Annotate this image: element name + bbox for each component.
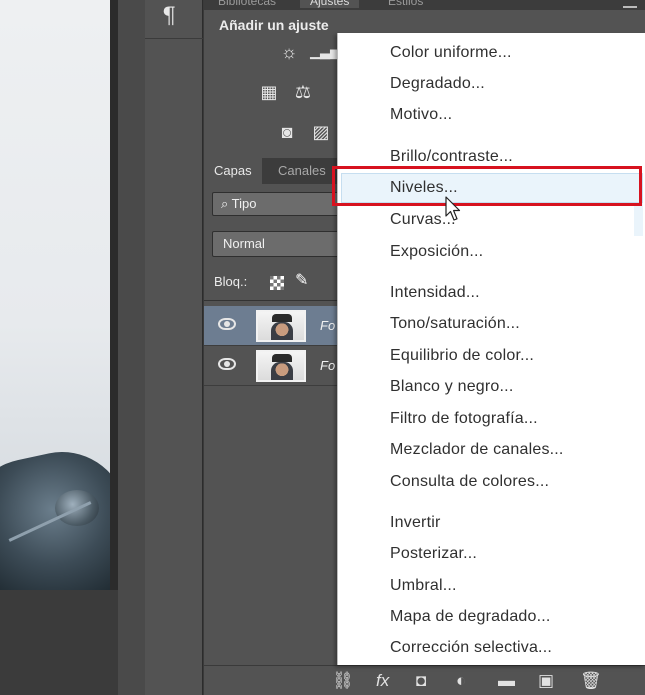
trash-icon[interactable]: 🗑 xyxy=(580,671,602,691)
color-balance-icon[interactable]: ⚖ xyxy=(292,82,314,102)
menu-item-motivo[interactable]: Motivo... xyxy=(390,106,452,124)
top-tab-strip: Bibliotecas Ajustes Estilos xyxy=(204,0,645,10)
menu-item-consulta-colores[interactable]: Consulta de colores... xyxy=(390,473,549,491)
fx-icon[interactable]: fx xyxy=(376,671,389,691)
eye-icon[interactable] xyxy=(218,318,236,330)
tab-capas[interactable]: Capas xyxy=(204,158,262,184)
menu-item-mapa-degradado[interactable]: Mapa de degradado... xyxy=(390,608,551,626)
tab-bibliotecas[interactable]: Bibliotecas xyxy=(208,0,286,8)
new-layer-icon[interactable]: ▣ xyxy=(538,671,554,691)
hue-saturation-icon[interactable]: ▦ xyxy=(258,82,280,102)
layer-name: Fo xyxy=(320,318,336,333)
menu-item-blanco-negro[interactable]: Blanco y negro... xyxy=(390,378,513,396)
tab-ajustes[interactable]: Ajustes xyxy=(300,0,360,8)
dock-divider xyxy=(145,38,203,39)
eye-icon[interactable] xyxy=(218,358,236,370)
menu-item-posterizar[interactable]: Posterizar... xyxy=(390,545,477,563)
link-icon[interactable]: ⛓ xyxy=(332,671,354,691)
search-icon: ⌕ xyxy=(221,196,232,211)
menu-item-brillo-contraste[interactable]: Brillo/contraste... xyxy=(390,148,513,166)
menu-item-color-uniforme[interactable]: Color uniforme... xyxy=(390,44,512,62)
paragraph-icon[interactable]: ¶ xyxy=(162,4,176,29)
menu-item-tono-saturacion[interactable]: Tono/saturación... xyxy=(390,315,520,333)
adjustment-layer-icon[interactable]: ◐ xyxy=(456,671,466,691)
menu-item-intensidad[interactable]: Intensidad... xyxy=(390,284,480,302)
adjustments-title: Añadir un ajuste xyxy=(219,17,329,33)
layer-thumbnail xyxy=(256,350,306,382)
canvas-area[interactable] xyxy=(0,0,145,695)
menu-item-invertir[interactable]: Invertir xyxy=(390,514,441,532)
adjustment-layer-menu: Color uniforme... Degradado... Motivo...… xyxy=(337,33,645,665)
panel-menu-icon[interactable] xyxy=(623,0,637,8)
canvas-pasteboard xyxy=(0,590,118,695)
menu-item-degradado[interactable]: Degradado... xyxy=(390,75,485,93)
brightness-icon[interactable]: ☼ xyxy=(278,42,300,62)
folder-icon[interactable]: ▬ xyxy=(498,671,515,691)
mask-icon[interactable]: ◘ xyxy=(416,671,426,691)
layers-bottom-bar: ⛓ fx ◘ ◐ ▬ ▣ 🗑 xyxy=(204,665,645,695)
panel-dock-column: ¶ xyxy=(145,0,203,695)
tab-estilos[interactable]: Estilos xyxy=(378,0,433,8)
lock-brush-icon[interactable]: ✎ xyxy=(295,270,308,290)
menu-item-filtro-fotografia[interactable]: Filtro de fotografía... xyxy=(390,410,538,428)
layer-thumbnail xyxy=(256,310,306,342)
photo-filter-icon[interactable]: ◙ xyxy=(276,122,298,142)
menu-hover-tail xyxy=(634,203,643,236)
levels-icon[interactable]: ▁▃▅ xyxy=(310,42,340,62)
layer-name: Fo xyxy=(320,358,336,373)
menu-item-umbral[interactable]: Umbral... xyxy=(390,577,457,595)
gradient-map-icon[interactable]: ▨ xyxy=(310,122,332,142)
highlight-annotation xyxy=(332,166,642,206)
lock-label: Bloq.: xyxy=(214,274,248,289)
lock-transparency-icon[interactable] xyxy=(270,276,284,290)
filter-label: Tipo xyxy=(231,196,257,211)
menu-item-equilibrio-color[interactable]: Equilibrio de color... xyxy=(390,347,534,365)
menu-item-correccion-selectiva[interactable]: Corrección selectiva... xyxy=(390,639,552,657)
tab-canales[interactable]: Canales xyxy=(268,158,336,184)
mouse-cursor-icon xyxy=(445,196,461,221)
menu-item-mezclador-canales[interactable]: Mezclador de canales... xyxy=(390,441,564,459)
menu-item-exposicion[interactable]: Exposición... xyxy=(390,243,483,261)
photo-canvas[interactable] xyxy=(0,0,110,590)
